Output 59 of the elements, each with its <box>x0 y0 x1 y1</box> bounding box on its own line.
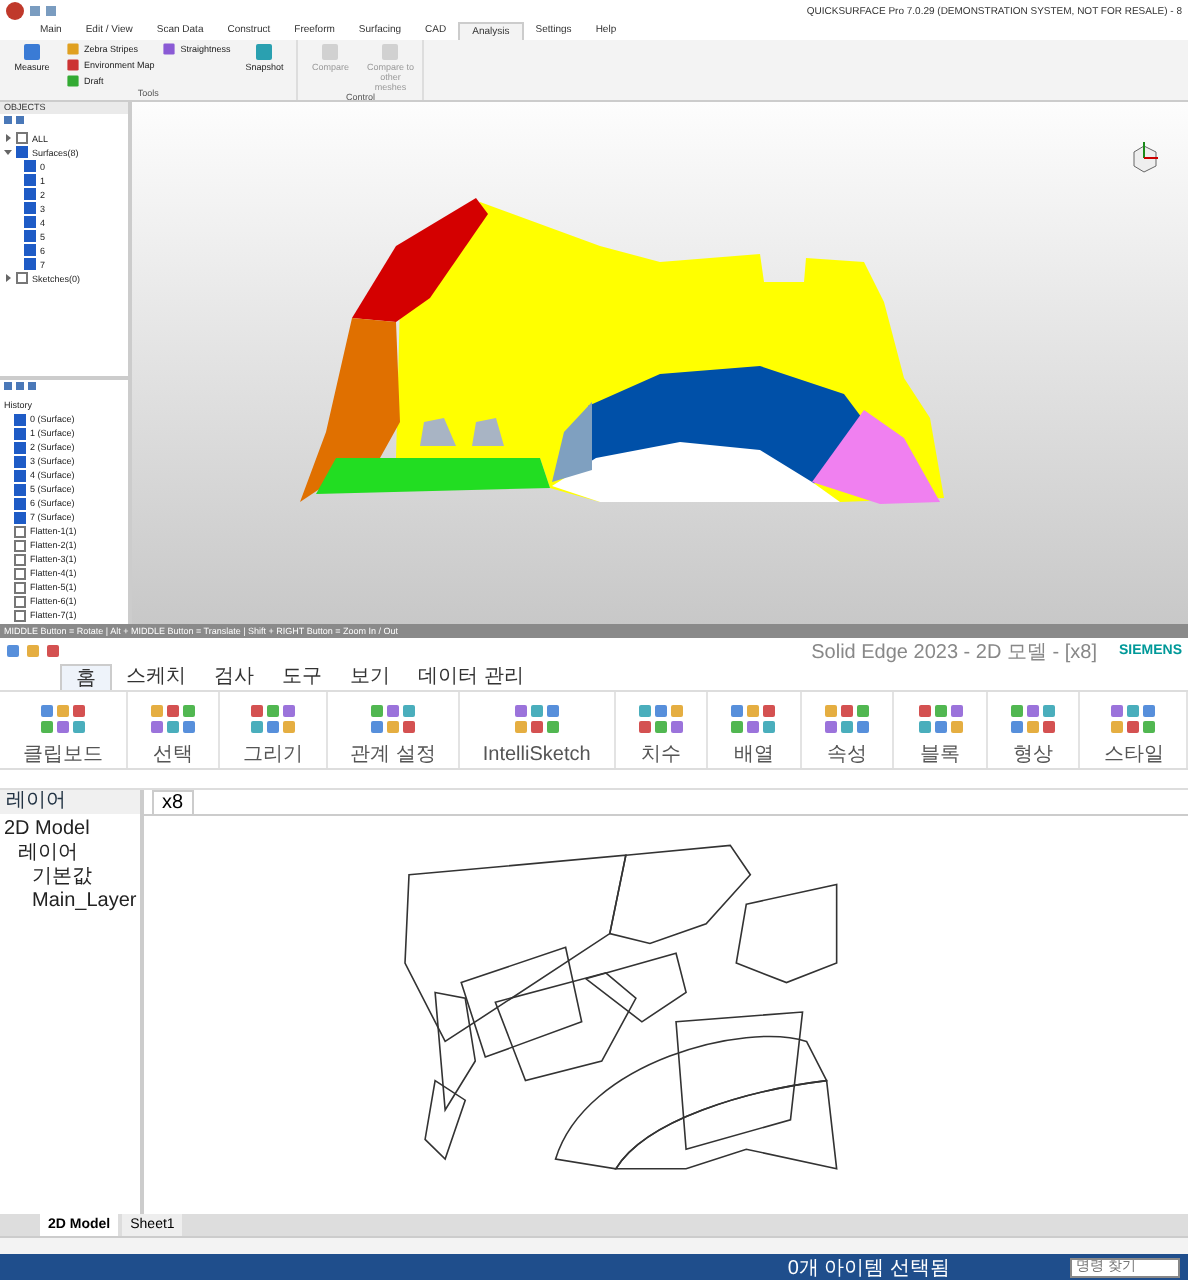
tool-icon <box>162 42 177 56</box>
ribbon-tab[interactable]: 데이터 관리 <box>404 664 538 690</box>
panel-title: 레이어 <box>0 790 140 814</box>
checkbox[interactable] <box>14 595 26 608</box>
checkbox[interactable] <box>24 244 36 257</box>
checkbox[interactable] <box>14 455 26 468</box>
tool-icon <box>22 42 42 62</box>
collapsed-icon[interactable] <box>4 271 12 286</box>
checkbox[interactable] <box>24 188 36 201</box>
group-label: 배열 <box>733 744 774 766</box>
checkbox[interactable] <box>24 202 36 215</box>
checkbox[interactable] <box>16 272 28 285</box>
group-label: 형상 <box>1013 744 1054 766</box>
group-label: 클립보드 <box>22 744 103 766</box>
app-logo <box>6 2 24 20</box>
checkbox[interactable] <box>14 553 26 566</box>
checkbox[interactable] <box>14 567 26 580</box>
checkbox[interactable] <box>16 132 28 145</box>
tool-icon <box>320 42 341 62</box>
checkbox[interactable] <box>14 581 26 594</box>
group-label: 스타일 <box>1103 744 1164 766</box>
checkbox[interactable] <box>14 525 26 538</box>
checkbox[interactable] <box>16 146 28 159</box>
checkbox[interactable] <box>24 216 36 229</box>
checkbox[interactable] <box>14 427 26 440</box>
checkbox[interactable] <box>14 511 26 524</box>
checkbox[interactable] <box>14 539 26 552</box>
tree-item[interactable]: 기본값 <box>4 866 136 890</box>
ribbon-tab[interactable]: 보기 <box>336 664 404 690</box>
checkbox[interactable] <box>14 441 26 454</box>
document-tab[interactable]: x8 <box>152 790 194 814</box>
checkbox[interactable] <box>14 483 26 496</box>
group-label: 관계 설정 <box>350 744 436 766</box>
ribbon-tab[interactable]: 도구 <box>268 664 336 690</box>
checkbox[interactable] <box>24 258 36 271</box>
checkbox[interactable] <box>14 497 26 510</box>
tree-item[interactable]: Main_Layer <box>4 890 136 914</box>
ribbon-tab[interactable]: 홈 <box>60 664 112 690</box>
group-label: 선택 <box>152 744 193 766</box>
checkbox[interactable] <box>24 174 36 187</box>
checkbox[interactable] <box>14 469 26 482</box>
tool-icon <box>380 42 401 62</box>
checkbox[interactable] <box>24 160 36 173</box>
checkbox[interactable] <box>14 609 26 622</box>
tree-item[interactable]: 레이어 <box>4 842 136 866</box>
group-label: IntelliSketch <box>482 744 591 766</box>
group-label: 치수 <box>640 744 681 766</box>
tree-item[interactable]: 2D Model <box>4 818 136 842</box>
ribbon-tab[interactable]: 스케치 <box>112 664 200 690</box>
group-label: 속성 <box>827 744 868 766</box>
view-cube-icon[interactable] <box>1128 142 1160 174</box>
checkbox[interactable] <box>14 413 26 426</box>
checkbox[interactable] <box>24 230 36 243</box>
status-text: 0개 아이템 선택됨 <box>787 1255 950 1280</box>
group-label: 그리기 <box>242 744 303 766</box>
ribbon-tab[interactable]: 검사 <box>200 664 268 690</box>
window-title: Solid Edge 2023 - 2D 모델 - [x8] <box>811 639 1097 665</box>
group-label: 블록 <box>920 744 961 766</box>
tool-icon <box>254 42 275 62</box>
